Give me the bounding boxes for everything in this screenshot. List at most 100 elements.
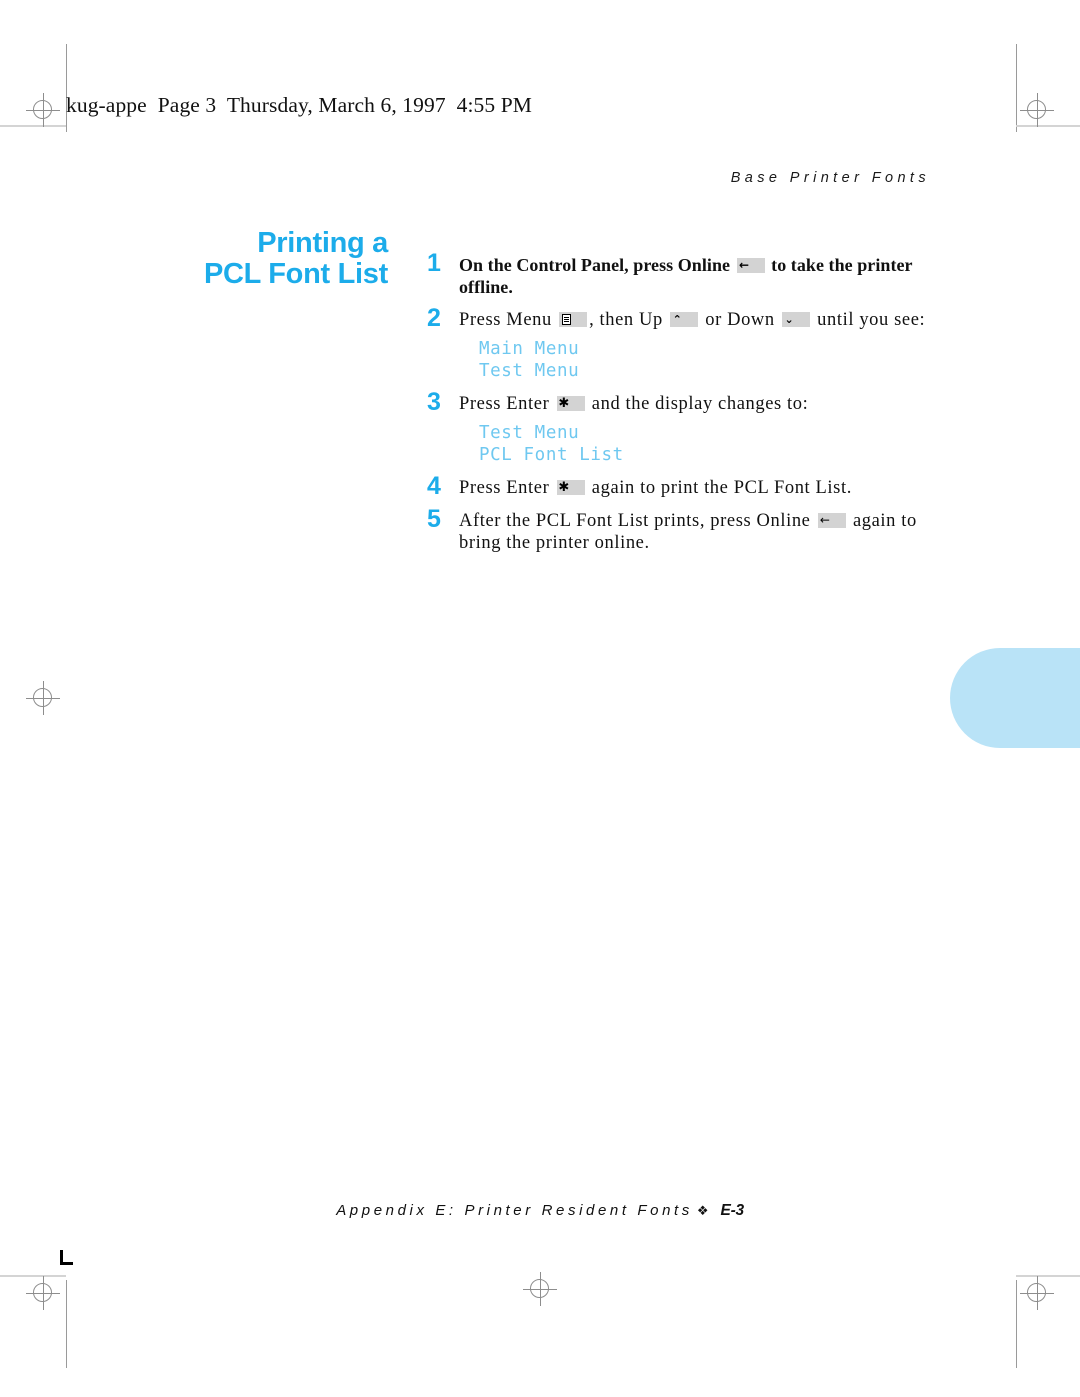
step-text: On the Control Panel, press Online ← to …	[459, 254, 957, 298]
step-text: Press Enter ✱ and the display changes to…	[459, 393, 957, 415]
reg-circle	[33, 100, 52, 119]
step-number: 5	[427, 505, 441, 533]
reg-circle	[1027, 100, 1046, 119]
crop-line-right-top	[1016, 44, 1017, 132]
step-text-fragment: On the Control Panel, press Online	[459, 255, 735, 275]
up-key-cap: ⌃	[670, 312, 686, 327]
menu-glyph-line	[564, 317, 570, 318]
crop-line-top-left	[0, 125, 66, 127]
reg-vertical	[42, 1276, 44, 1310]
reg-horizontal	[26, 1292, 60, 1294]
footer-page-number: E-3	[720, 1202, 745, 1219]
online-key-cap: ←	[736, 258, 752, 273]
page-title-line-2: PCL Font List	[203, 258, 388, 290]
enter-key-shadow	[571, 396, 585, 411]
enter-key-icon[interactable]: ✱	[556, 396, 585, 411]
crop-line-left-top	[66, 44, 67, 132]
footer-diamond-icon: ❖	[696, 1203, 709, 1218]
corner-mark-bottom-left	[60, 1250, 73, 1265]
page-title-line-1: Printing a	[257, 227, 388, 259]
online-key-shadow	[751, 258, 765, 273]
crop-line-right-bottom	[1016, 1280, 1017, 1368]
lcd-display-line: Test Menu	[479, 360, 580, 381]
procedure-step: 5 After the PCL Font List prints, press O…	[427, 505, 957, 554]
step-text-fragment: Press Enter	[459, 478, 555, 498]
menu-key-shadow	[574, 312, 588, 327]
reg-circle	[33, 1283, 52, 1302]
step-number: 2	[427, 304, 441, 332]
online-key-shadow	[832, 513, 846, 528]
step-number: 4	[427, 472, 441, 500]
registration-mark-middle-left	[26, 681, 60, 715]
enter-key-icon[interactable]: ✱	[556, 480, 585, 495]
page-footer: Appendix E: Printer Resident Fonts ❖ E-3	[0, 1202, 1080, 1220]
online-key-cap: ←	[817, 513, 833, 528]
step-text-fragment: or Down	[700, 310, 780, 330]
reg-vertical	[42, 681, 44, 715]
reg-vertical	[1036, 1276, 1038, 1310]
step-text: After the PCL Font List prints, press On…	[459, 510, 957, 554]
step-text-fragment: After the PCL Font List prints, press On…	[459, 511, 816, 531]
menu-key-cap	[559, 312, 575, 327]
footer-text: Appendix E: Printer Resident Fonts	[336, 1202, 693, 1219]
registration-mark-bottom-right	[1020, 1276, 1054, 1310]
registration-mark-bottom-left	[26, 1276, 60, 1310]
step-number: 3	[427, 388, 441, 416]
procedure-step: 3 Press Enter ✱ and the display changes t…	[427, 388, 957, 466]
enter-key-cap: ✱	[556, 480, 572, 495]
reg-circle	[33, 688, 52, 707]
reg-circle	[530, 1279, 549, 1298]
lcd-display-line: Test Menu	[479, 423, 580, 443]
online-key-icon[interactable]: ←	[817, 513, 846, 528]
enter-key-shadow	[571, 480, 585, 495]
page-title: Printing a PCL Font List	[120, 228, 388, 290]
procedure-step: 2 Press Menu , then Up ⌃ or Down ⌄ until …	[427, 304, 957, 382]
down-key-cap: ⌄	[781, 312, 797, 327]
lcd-display-line: PCL Font List	[479, 444, 624, 465]
crop-line-left-bottom	[66, 1280, 67, 1368]
step-text-fragment: and the display changes to:	[586, 394, 809, 414]
lcd-display-line: Main Menu	[479, 339, 580, 359]
step-text-fragment: Press Enter	[459, 394, 555, 414]
registration-mark-bottom-center	[523, 1272, 557, 1306]
step-number: 1	[427, 249, 441, 277]
online-key-icon[interactable]: ←	[736, 258, 765, 273]
step-text-fragment: Press Menu	[459, 310, 558, 330]
step-text-fragment: again to print the PCL Font List.	[586, 478, 852, 498]
up-key-shadow	[685, 312, 699, 327]
down-key-icon[interactable]: ⌄	[781, 312, 810, 327]
reg-circle	[1027, 1283, 1046, 1302]
procedure-step: 1 On the Control Panel, press Online ← to…	[427, 249, 957, 298]
step-text: Press Enter ✱ again to print the PCL Fon…	[459, 477, 957, 499]
chapter-bleed-tab	[950, 648, 1080, 748]
step-text-fragment: until you see:	[811, 310, 926, 330]
menu-glyph-line	[564, 319, 570, 320]
procedure-step: 4 Press Enter ✱ again to print the PCL Fo…	[427, 472, 957, 500]
reg-horizontal	[1020, 1292, 1054, 1294]
menu-glyph-line	[564, 321, 570, 322]
lcd-display-readout: Test Menu PCL Font List	[479, 423, 957, 466]
reg-horizontal	[26, 109, 60, 111]
up-key-icon[interactable]: ⌃	[670, 312, 699, 327]
lcd-display-readout: Main Menu Test Menu	[479, 339, 957, 382]
reg-horizontal	[1020, 109, 1054, 111]
running-head: Base Printer Fonts	[730, 170, 930, 186]
enter-key-cap: ✱	[556, 396, 572, 411]
menu-glyph-box	[562, 314, 572, 325]
registration-mark-top-right	[1020, 93, 1054, 127]
reg-horizontal	[26, 697, 60, 699]
crop-line-bottom-left	[0, 1275, 66, 1277]
crop-line-bottom-right	[1016, 1275, 1080, 1277]
reg-horizontal	[523, 1288, 557, 1290]
file-header-line: kug-appe Page 3 Thursday, March 6, 1997 …	[66, 93, 532, 117]
crop-line-top-right	[1016, 125, 1080, 127]
down-key-shadow	[796, 312, 810, 327]
reg-vertical	[42, 93, 44, 127]
step-text-fragment: , then Up	[589, 310, 669, 330]
menu-key-icon[interactable]	[559, 312, 588, 327]
registration-mark-top-left	[26, 93, 60, 127]
reg-vertical	[539, 1272, 541, 1306]
procedure-steps: 1 On the Control Panel, press Online ← to…	[427, 249, 957, 565]
reg-vertical	[1036, 93, 1038, 127]
step-text: Press Menu , then Up ⌃ or Down ⌄ until y…	[459, 309, 957, 331]
